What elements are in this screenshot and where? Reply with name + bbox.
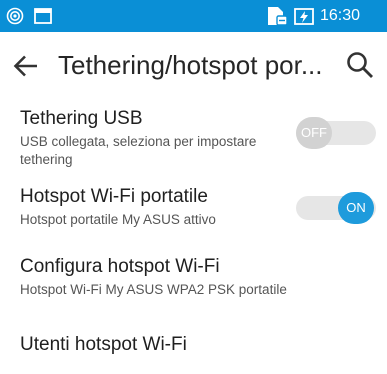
toggle-knob: ON (338, 192, 374, 224)
battery-charging-icon (294, 8, 314, 25)
page-title: Tethering/hotspot por... (58, 50, 323, 80)
app-bar: Tethering/hotspot por... (0, 32, 387, 102)
setting-subtitle-line2: tethering (20, 152, 73, 167)
message-icon (34, 8, 52, 24)
setting-tethering-usb[interactable]: Tethering USB USB collegata, seleziona p… (0, 102, 387, 170)
setting-hotspot-users[interactable]: Utenti hotspot Wi-Fi (0, 326, 387, 366)
setting-hotspot-wifi[interactable]: Hotspot Wi-Fi portatile Hotspot portatil… (0, 180, 387, 240)
setting-title: Hotspot Wi-Fi portatile (20, 186, 208, 207)
search-icon[interactable] (345, 50, 375, 80)
hotspot-icon (6, 7, 24, 25)
hotspot-wifi-toggle[interactable]: ON (296, 192, 376, 224)
setting-configure-hotspot[interactable]: Configura hotspot Wi-Fi Hotspot Wi-Fi My… (0, 250, 387, 308)
back-arrow-icon[interactable] (12, 52, 40, 80)
status-clock: 16:30 (320, 7, 361, 24)
status-bar: 16:30 (0, 0, 387, 32)
setting-subtitle: USB collegata, seleziona per impostare (20, 134, 257, 149)
setting-subtitle: Hotspot portatile My ASUS attivo (20, 212, 216, 227)
setting-title: Tethering USB (20, 108, 143, 129)
toggle-knob: OFF (296, 117, 332, 149)
setting-title: Configura hotspot Wi-Fi (20, 256, 220, 277)
tethering-usb-toggle[interactable]: OFF (296, 117, 376, 149)
sim-icon (268, 7, 288, 26)
setting-subtitle: Hotspot Wi-Fi My ASUS WPA2 PSK portatile (20, 282, 287, 297)
setting-title: Utenti hotspot Wi-Fi (20, 334, 187, 355)
